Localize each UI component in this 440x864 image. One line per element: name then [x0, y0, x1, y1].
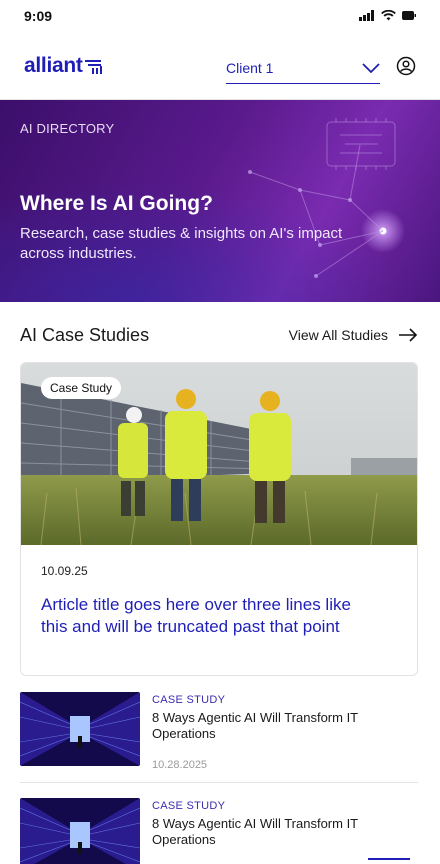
case-study-badge: Case Study — [41, 377, 122, 399]
hero-banner: AI DIRECTORY Where Is AI Going? Research… — [0, 100, 440, 302]
battery-icon — [402, 11, 416, 20]
wifi-icon — [381, 10, 396, 21]
arrow-right-icon — [399, 328, 418, 342]
brand-wordmark: alliant — [24, 54, 83, 77]
logo-mark-icon — [84, 60, 102, 74]
view-all-label: View All Studies — [288, 327, 388, 343]
app-header: alliant Client 1 — [0, 34, 440, 100]
signal-icon — [359, 10, 374, 21]
hero-title: Where Is AI Going? — [20, 192, 213, 215]
case-studies-header: AI Case Studies View All Studies — [20, 322, 418, 348]
section-title: AI Case Studies — [20, 324, 150, 345]
item-date: 10.28.2025 — [152, 759, 208, 771]
list-item[interactable]: CASE STUDY 8 Ways Agentic AI Will Transf… — [20, 798, 418, 864]
data-corridor-thumbnail — [20, 692, 140, 766]
list-divider — [20, 782, 418, 783]
item-eyebrow: CASE STUDY — [152, 800, 226, 812]
featured-case-study-card[interactable]: Case Study 10.09.25 Article title goes h… — [20, 362, 418, 676]
account-icon[interactable] — [396, 56, 416, 76]
featured-title: Article title goes here over three lines… — [41, 595, 351, 636]
view-all-studies-link[interactable]: View All Studies — [289, 327, 418, 343]
status-bar: 9:09 — [0, 0, 440, 34]
hero-subtitle: Research, case studies & insights on AI'… — [20, 225, 343, 262]
home-indicator — [368, 858, 410, 860]
status-icons — [359, 10, 416, 21]
client-select-value: Client 1 — [226, 59, 274, 76]
list-item[interactable]: CASE STUDY 8 Ways Agentic AI Will Transf… — [20, 692, 418, 782]
chevron-down-icon — [362, 62, 380, 73]
brand-logo[interactable]: alliant — [24, 54, 103, 78]
featured-date: 10.09.25 — [41, 564, 88, 578]
item-title: 8 Ways Agentic AI Will Transform IT Oper… — [152, 816, 358, 847]
item-eyebrow: CASE STUDY — [152, 694, 226, 706]
client-select[interactable]: Client 1 — [226, 52, 380, 84]
hero-eyebrow: AI DIRECTORY — [20, 121, 115, 136]
status-time: 9:09 — [24, 8, 53, 24]
data-corridor-thumbnail — [20, 798, 140, 864]
item-title: 8 Ways Agentic AI Will Transform IT Oper… — [152, 710, 358, 741]
